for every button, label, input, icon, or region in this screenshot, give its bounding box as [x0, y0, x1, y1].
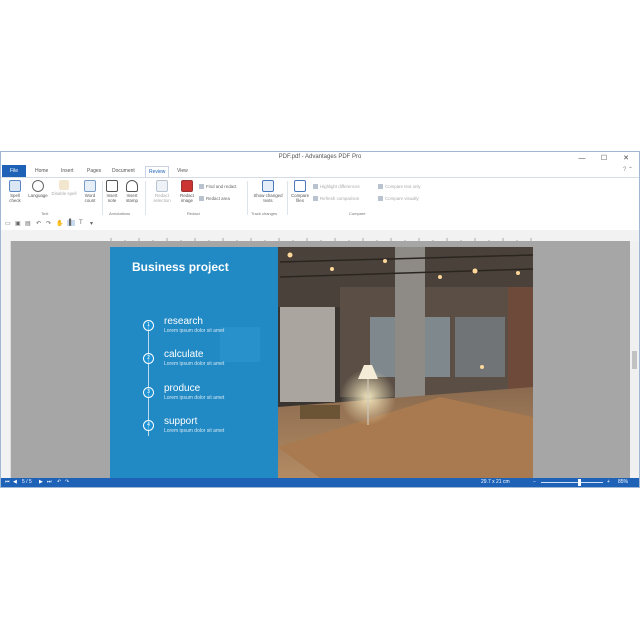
zoom-slider-track[interactable] — [541, 482, 603, 483]
page-indicator[interactable]: 5 / 5 — [22, 479, 32, 485]
app-window: PDF.pdf - Advantages PDF Pro — ☐ ✕ File … — [0, 151, 640, 488]
highlight-icon — [313, 184, 318, 189]
compare-files-icon — [294, 180, 306, 192]
group-separator — [102, 181, 103, 215]
search-icon — [199, 184, 204, 189]
refresh-comparison-button[interactable]: Refresh comparison — [313, 196, 359, 201]
step-subtext: Lorem ipsum dolor sit amet — [164, 361, 225, 367]
compare-visually-button[interactable]: Compare visually — [378, 196, 419, 201]
globe-icon — [32, 180, 44, 192]
ribbon-tabs: File Home Insert Pages Document Review V… — [1, 165, 639, 177]
step-number: 2 — [143, 353, 154, 364]
spell-check-icon — [9, 180, 21, 192]
group-label-redact: Redact — [187, 211, 200, 216]
step-heading: research — [164, 316, 203, 327]
show-changes-button[interactable]: Show changed texts — [251, 180, 285, 203]
group-label-annotations: Annotations — [109, 211, 131, 216]
quick-access-toolbar: ▭ ▣ ▤ ↶ ↷ ✋ ▌ T ▾ — [1, 218, 639, 230]
disable-spell-icon — [59, 180, 69, 190]
zoom-in-icon[interactable]: + — [607, 479, 610, 485]
window-title: PDF.pdf - Advantages PDF Pro — [278, 154, 362, 160]
tab-view[interactable]: View — [177, 166, 188, 176]
group-label-track-changes: Track changes — [251, 211, 278, 216]
step-heading: calculate — [164, 349, 204, 360]
first-page-icon[interactable]: ⏮ — [5, 479, 10, 485]
find-and-redact-button[interactable]: Find and redact — [199, 184, 237, 189]
tab-review[interactable]: Review — [145, 166, 170, 177]
insert-note-button[interactable]: Insert note — [104, 180, 120, 203]
document-canvas[interactable]: Business project 1 research Lorem ipsum … — [11, 241, 630, 478]
back-icon[interactable]: ↶ — [57, 479, 61, 485]
last-page-icon[interactable]: ⏭ — [47, 479, 52, 485]
spell-check-button[interactable]: Spell check — [4, 180, 26, 203]
step-number: 4 — [143, 420, 154, 431]
group-label-text: Text — [41, 211, 49, 216]
step-heading: produce — [164, 383, 201, 394]
tab-home[interactable]: Home — [35, 166, 48, 176]
select-tool-icon[interactable]: ▌ — [67, 220, 76, 226]
show-changes-icon — [262, 180, 274, 192]
step-subtext: Lorem ipsum dolor sit amet — [164, 328, 225, 334]
text-compare-icon — [378, 184, 383, 189]
prev-page-icon[interactable]: ◀ — [13, 479, 17, 485]
vertical-ruler — [1, 241, 11, 478]
next-page-icon[interactable]: ▶ — [39, 479, 43, 485]
group-label-compare: Compare — [349, 211, 366, 216]
redo-icon[interactable]: ↷ — [46, 220, 51, 227]
minimize-button[interactable]: — — [571, 152, 593, 165]
group-separator — [247, 181, 248, 215]
compare-text-only-button[interactable]: Compare text only — [378, 184, 421, 189]
word-count-icon — [84, 180, 96, 192]
scrollbar-thumb[interactable] — [632, 351, 637, 369]
print-icon[interactable]: ▤ — [25, 220, 31, 227]
highlight-differences-button[interactable]: Highlight differences — [313, 184, 360, 189]
visual-compare-icon — [378, 196, 383, 201]
redact-selection-icon — [156, 180, 168, 192]
tab-document[interactable]: Document — [112, 166, 135, 176]
zoom-level: 85% — [618, 479, 629, 485]
group-separator — [145, 181, 146, 215]
redact-area-button[interactable]: Redact area — [199, 196, 230, 201]
save-icon[interactable]: ▣ — [15, 220, 21, 227]
step-number: 3 — [143, 387, 154, 398]
step-heading: support — [164, 416, 198, 427]
close-button[interactable]: ✕ — [615, 152, 637, 165]
insert-stamp-button[interactable]: Insert stamp — [122, 180, 142, 203]
status-bar: ⏮ ◀ 5 / 5 ▶ ⏭ ↶ ↷ 29.7 x 21 cm − + 85% — [1, 478, 639, 487]
word-count-button[interactable]: Word count — [80, 180, 100, 203]
tab-file[interactable]: File — [2, 165, 26, 177]
tab-pages[interactable]: Pages — [87, 166, 101, 176]
pdf-page[interactable]: Business project 1 research Lorem ipsum … — [110, 247, 533, 478]
vertical-scrollbar[interactable] — [630, 241, 639, 478]
forward-icon[interactable]: ↷ — [65, 479, 69, 485]
redact-image-icon — [181, 180, 193, 192]
text-tool-icon[interactable]: T — [79, 220, 83, 226]
document-title: Business project — [132, 260, 229, 274]
step-subtext: Lorem ipsum dolor sit amet — [164, 395, 225, 401]
zoom-slider-thumb[interactable] — [578, 479, 581, 486]
open-icon[interactable]: ▭ — [5, 220, 11, 227]
compare-files-button[interactable]: Compare files — [290, 180, 310, 203]
step-number: 1 — [143, 320, 154, 331]
page-size: 29.7 x 21 cm — [481, 479, 510, 485]
more-tools-icon[interactable]: ▾ — [90, 220, 93, 227]
zoom-out-icon[interactable]: − — [533, 479, 536, 485]
redact-selection-button[interactable]: Redact selection — [149, 180, 175, 203]
help-icon[interactable]: ? ⌃ — [623, 166, 633, 173]
tab-insert[interactable]: Insert — [61, 166, 74, 176]
stamp-icon — [126, 180, 138, 192]
refresh-icon — [313, 196, 318, 201]
undo-icon[interactable]: ↶ — [36, 220, 41, 227]
disable-spell-button[interactable]: Disable spell — [51, 180, 77, 196]
ribbon-toolbar: Spell check Language Disable spell Word … — [1, 177, 639, 219]
maximize-button[interactable]: ☐ — [593, 152, 615, 165]
note-icon — [106, 180, 118, 192]
hand-tool-icon[interactable]: ✋ — [56, 220, 63, 227]
language-button[interactable]: Language — [27, 180, 49, 198]
title-bar: PDF.pdf - Advantages PDF Pro — ☐ ✕ — [1, 152, 639, 165]
redact-area-icon — [199, 196, 204, 201]
group-separator — [287, 181, 288, 215]
step-subtext: Lorem ipsum dolor sit amet — [164, 428, 225, 434]
redact-image-button[interactable]: Redact image — [177, 180, 197, 203]
